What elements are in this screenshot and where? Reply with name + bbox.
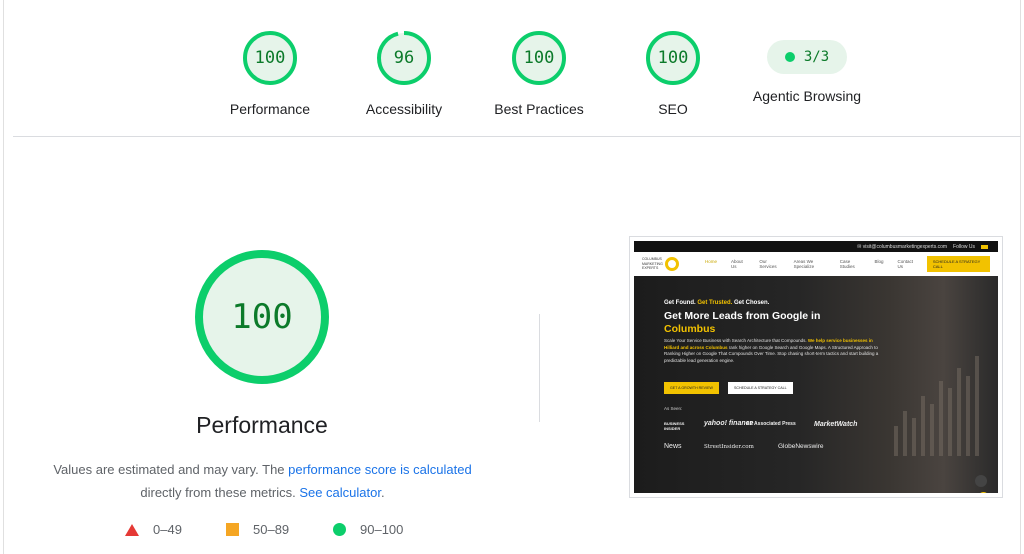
gauge-best-practices[interactable]: 100 Best Practices	[469, 30, 609, 117]
score-value: 100	[254, 48, 286, 68]
performance-title: Performance	[196, 412, 328, 438]
site-preview: ✉ visit@columbusmarketingexperts.com Fol…	[634, 241, 998, 493]
pass-dot-icon	[784, 52, 795, 62]
topbar-email: ✉ visit@columbusmarketingexperts.com	[857, 243, 948, 250]
topbar-follow: Follow Us	[953, 243, 975, 250]
agentic-pill: 3/3	[767, 40, 847, 74]
hero-headline: Get More Leads from Google in Columbus	[664, 310, 821, 335]
performance-note: Values are estimated and may vary. The p…	[30, 458, 495, 504]
chat-bubble-icon	[978, 492, 989, 493]
legend-range: 0–49	[153, 522, 182, 537]
performance-score: 100	[231, 297, 293, 337]
score-value: 100	[523, 48, 555, 68]
press-business-insider: BUSINESS INSIDER	[664, 421, 685, 431]
vertical-separator	[539, 314, 540, 422]
fail-triangle-icon	[125, 523, 139, 536]
logo-c-icon	[665, 257, 679, 271]
legend-range: 90–100	[360, 522, 404, 537]
score-legend: 0–49 50–89 90–100	[0, 522, 1024, 540]
site-logo: COLUMBUS MARKETING EXPERTS	[642, 257, 679, 271]
gauge-label: Agentic Browsing	[752, 88, 862, 104]
nav-about: About Us	[731, 259, 743, 269]
nav-contact: Contact Us	[897, 259, 914, 269]
category-gauges: 100 Performance 96 Accessibility 100 Bes…	[0, 30, 1024, 130]
legend-average: 50–89	[226, 522, 289, 537]
site-nav-links: Home About Us Our Services Areas We Spec…	[705, 259, 915, 269]
site-topbar: ✉ visit@columbusmarketingexperts.com Fol…	[634, 241, 998, 252]
nav-cta: SCHEDULE A STRATEGY CALL	[926, 256, 990, 272]
logo-text: COLUMBUS MARKETING EXPERTS	[642, 257, 663, 271]
legend-range: 50–89	[253, 522, 290, 537]
nav-case-studies: Case Studies	[839, 259, 855, 269]
press-streetinsider: StreetInsider.com	[704, 444, 754, 450]
score-value: 100	[657, 48, 689, 68]
gauge-label: Performance	[229, 101, 311, 117]
site-hero: Get Found. Get Trusted. Get Chosen. Get …	[634, 276, 998, 493]
score-ring: 100	[645, 30, 701, 86]
nav-services: Our Services	[759, 259, 777, 269]
average-square-icon	[226, 523, 239, 536]
gauge-performance[interactable]: 100 Performance	[200, 30, 340, 117]
press-ap: AP Associated Press	[746, 421, 796, 427]
social-icon	[981, 244, 988, 249]
pass-circle-icon	[333, 523, 346, 536]
performance-big-gauge: 100	[193, 248, 331, 386]
score-value: 96	[393, 48, 415, 68]
see-calculator-link[interactable]: See calculator	[299, 485, 381, 500]
gauge-label: Best Practices	[494, 101, 584, 117]
score-ring: 100	[511, 30, 567, 86]
gauge-agentic-browsing[interactable]: 3/3 Agentic Browsing	[737, 30, 877, 104]
hero-body: Scale Your Service Business with Search …	[664, 338, 879, 363]
score-calculated-link[interactable]: performance score is calculated	[288, 462, 472, 477]
nav-blog: Blog	[874, 259, 884, 264]
gauge-seo[interactable]: 100 SEO	[603, 30, 743, 117]
scroll-up-icon[interactable]	[975, 475, 987, 487]
gauge-accessibility[interactable]: 96 Accessibility	[334, 30, 474, 117]
press-news: News	[664, 443, 682, 450]
note-text: Values are estimated and may vary. The	[53, 462, 289, 477]
header-divider	[13, 136, 1021, 137]
press-globenewswire: GlobeNewswire	[778, 443, 824, 450]
score-ring: 100	[242, 30, 298, 86]
hero-kicker: Get Found. Get Trusted. Get Chosen.	[664, 300, 770, 306]
agentic-fraction: 3/3	[803, 49, 830, 65]
as-seen-label: As Seen:	[664, 406, 683, 411]
hero-growth-button: GET A GROWTH REVIEW	[664, 382, 719, 394]
final-screenshot[interactable]: ✉ visit@columbusmarketingexperts.com Fol…	[629, 236, 1003, 498]
chart-background	[889, 346, 984, 456]
score-ring: 96	[376, 30, 432, 86]
legend-fail: 0–49	[125, 522, 182, 537]
legend-pass: 90–100	[333, 522, 403, 537]
press-marketwatch: MarketWatch	[814, 421, 858, 428]
hero-strategy-button: SCHEDULE A STRATEGY CALL	[728, 382, 793, 394]
nav-home: Home	[705, 259, 718, 264]
site-navbar: COLUMBUS MARKETING EXPERTS Home About Us…	[634, 252, 998, 276]
gauge-label: Accessibility	[365, 101, 443, 117]
nav-areas: Areas We Specialize	[793, 259, 815, 269]
note-text: .	[380, 485, 385, 500]
gauge-label: SEO	[658, 101, 688, 117]
note-text: directly from these metrics.	[140, 485, 300, 500]
